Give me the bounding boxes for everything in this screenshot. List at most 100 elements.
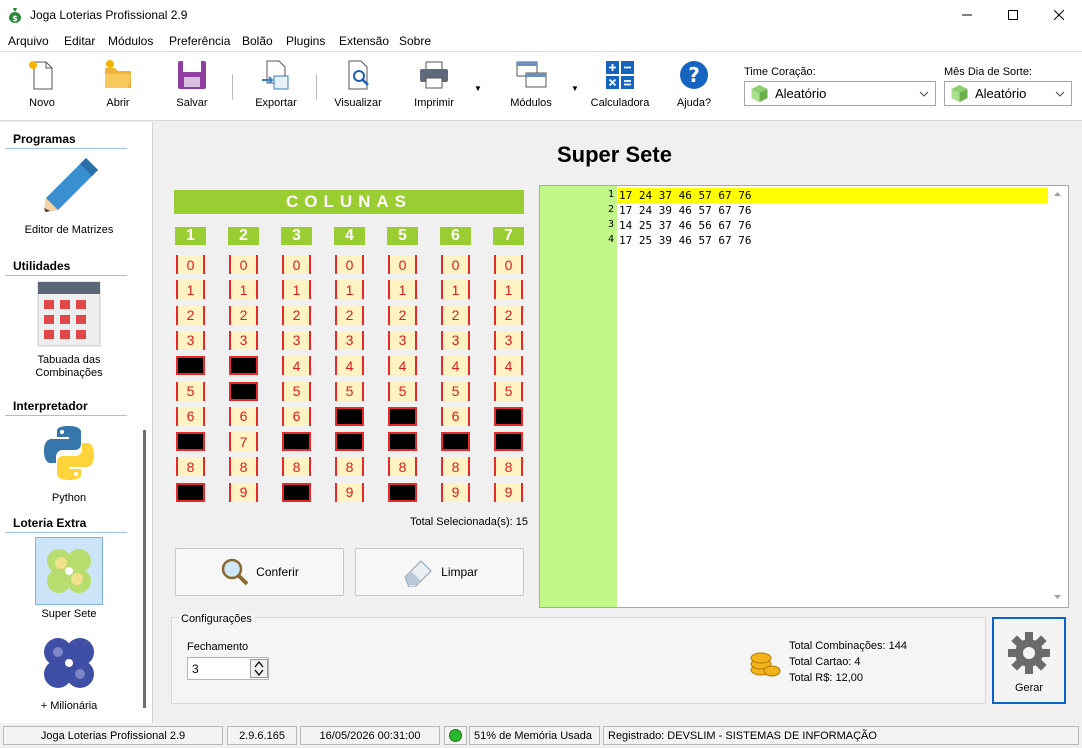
number-cell[interactable]: 4 xyxy=(335,356,364,376)
number-cell-selected[interactable]: 7 xyxy=(176,432,205,452)
sidebar-item-super-sete[interactable]: Super Sete xyxy=(5,537,133,621)
number-cell[interactable]: 9 xyxy=(494,482,523,502)
number-cell[interactable]: 2 xyxy=(282,305,311,325)
number-cell[interactable]: 3 xyxy=(176,330,205,350)
number-cell[interactable]: 0 xyxy=(229,255,258,274)
number-cell[interactable]: 5 xyxy=(335,381,364,401)
number-cell[interactable]: 8 xyxy=(335,457,364,477)
number-cell[interactable]: 9 xyxy=(229,482,258,502)
number-cell[interactable]: 2 xyxy=(494,305,523,325)
number-cell[interactable]: 4 xyxy=(388,356,417,376)
number-cell[interactable]: 6 xyxy=(441,406,470,426)
number-cell[interactable]: 0 xyxy=(388,255,417,274)
number-cell[interactable]: 8 xyxy=(494,457,523,477)
novo-button[interactable]: Novo xyxy=(22,58,62,116)
results-editor[interactable]: 1 2 3 4 17 24 37 46 57 67 76 17 24 39 46… xyxy=(539,185,1069,608)
number-cell[interactable]: 8 xyxy=(388,457,417,477)
number-cell[interactable]: 4 xyxy=(282,356,311,376)
number-cell-selected[interactable]: 7 xyxy=(282,432,311,452)
number-cell[interactable]: 5 xyxy=(176,381,205,401)
number-cell[interactable]: 3 xyxy=(388,330,417,350)
number-cell[interactable]: 5 xyxy=(441,381,470,401)
number-cell[interactable]: 1 xyxy=(388,280,417,300)
number-cell[interactable]: 1 xyxy=(229,280,258,300)
number-cell-selected[interactable]: 6 xyxy=(388,406,417,426)
number-cell[interactable]: 2 xyxy=(388,305,417,325)
number-cell[interactable]: 3 xyxy=(441,330,470,350)
number-cell-selected[interactable]: 4 xyxy=(176,356,205,376)
menu-sobre[interactable]: Sobre xyxy=(399,34,431,48)
number-cell[interactable]: 8 xyxy=(176,457,205,477)
number-cell[interactable]: 8 xyxy=(229,457,258,477)
number-cell[interactable]: 5 xyxy=(494,381,523,401)
modulos-dropdown-arrow-icon[interactable]: ▼ xyxy=(571,84,579,93)
maximize-button[interactable] xyxy=(990,0,1036,30)
number-cell-selected[interactable]: 9 xyxy=(176,482,205,502)
number-cell[interactable]: 5 xyxy=(388,381,417,401)
abrir-button[interactable]: Abrir xyxy=(98,58,138,116)
menu-preferencia[interactable]: Preferência xyxy=(169,34,230,48)
sidebar-scrollbar[interactable] xyxy=(143,430,146,708)
number-cell[interactable]: 0 xyxy=(282,255,311,274)
number-cell[interactable]: 1 xyxy=(335,280,364,300)
number-cell[interactable]: 0 xyxy=(176,255,205,274)
menu-arquivo[interactable]: Arquivo xyxy=(8,34,49,48)
mes-dia-sorte-select[interactable]: Aleatório xyxy=(944,81,1072,106)
sidebar-item-editor-matrizes[interactable]: Editor de Matrizes xyxy=(5,152,133,237)
number-cell[interactable]: 6 xyxy=(229,406,258,426)
menu-extensao[interactable]: Extensão xyxy=(339,34,389,48)
number-cell[interactable]: 9 xyxy=(335,482,364,502)
number-cell-selected[interactable]: 4 xyxy=(229,356,258,376)
spinner-arrows-icon[interactable] xyxy=(250,659,268,678)
exportar-button[interactable]: Exportar xyxy=(252,58,300,116)
number-cell-selected[interactable]: 9 xyxy=(388,482,417,502)
imprimir-button[interactable]: Imprimir xyxy=(412,58,456,116)
number-cell[interactable]: 9 xyxy=(441,482,470,502)
number-cell[interactable]: 0 xyxy=(494,255,523,274)
number-cell[interactable]: 6 xyxy=(176,406,205,426)
calculadora-button[interactable]: Calculadora xyxy=(590,58,650,116)
number-cell[interactable]: 4 xyxy=(494,356,523,376)
imprimir-dropdown-arrow-icon[interactable]: ▼ xyxy=(474,84,482,93)
number-cell-selected[interactable]: 9 xyxy=(282,482,311,502)
fechamento-spinner[interactable]: 3 xyxy=(187,657,269,680)
number-cell[interactable]: 1 xyxy=(282,280,311,300)
number-cell[interactable]: 3 xyxy=(494,330,523,350)
modulos-button[interactable]: Módulos xyxy=(508,58,554,116)
number-cell[interactable]: 6 xyxy=(282,406,311,426)
number-cell[interactable]: 2 xyxy=(176,305,205,325)
number-cell[interactable]: 1 xyxy=(494,280,523,300)
number-cell[interactable]: 3 xyxy=(335,330,364,350)
number-cell-selected[interactable]: 7 xyxy=(335,432,364,452)
number-cell[interactable]: 8 xyxy=(441,457,470,477)
number-cell-selected[interactable]: 6 xyxy=(335,406,364,426)
close-button[interactable] xyxy=(1036,0,1082,30)
menu-modulos[interactable]: Módulos xyxy=(108,34,153,48)
gerar-button[interactable]: Gerar xyxy=(992,617,1066,704)
number-cell[interactable]: 4 xyxy=(441,356,470,376)
sidebar-item-milionaria[interactable]: + Milionária xyxy=(5,630,133,713)
sidebar-item-tabuada[interactable]: Tabuada das Combinações xyxy=(5,280,133,380)
number-cell[interactable]: 2 xyxy=(229,305,258,325)
number-cell[interactable]: 3 xyxy=(282,330,311,350)
number-cell[interactable]: 8 xyxy=(282,457,311,477)
number-cell[interactable]: 3 xyxy=(229,330,258,350)
ajuda-button[interactable]: ? Ajuda? xyxy=(674,58,714,116)
menu-plugins[interactable]: Plugins xyxy=(286,34,325,48)
time-coracao-select[interactable]: Aleatório xyxy=(744,81,936,106)
limpar-button[interactable]: Limpar xyxy=(355,548,524,596)
number-cell-selected[interactable]: 7 xyxy=(388,432,417,452)
menu-bolao[interactable]: Bolão xyxy=(242,34,273,48)
sidebar-item-python[interactable]: Python xyxy=(5,424,133,505)
number-cell[interactable]: 2 xyxy=(441,305,470,325)
number-cell-selected[interactable]: 6 xyxy=(494,406,523,426)
number-cell[interactable]: 7 xyxy=(229,432,258,452)
menu-editar[interactable]: Editar xyxy=(64,34,95,48)
minimize-button[interactable] xyxy=(944,0,990,30)
visualizar-button[interactable]: Visualizar xyxy=(332,58,384,116)
salvar-button[interactable]: Salvar xyxy=(172,58,212,116)
number-cell-selected[interactable]: 5 xyxy=(229,381,258,401)
number-cell[interactable]: 0 xyxy=(441,255,470,274)
number-cell-selected[interactable]: 7 xyxy=(494,432,523,452)
conferir-button[interactable]: Conferir xyxy=(175,548,344,596)
